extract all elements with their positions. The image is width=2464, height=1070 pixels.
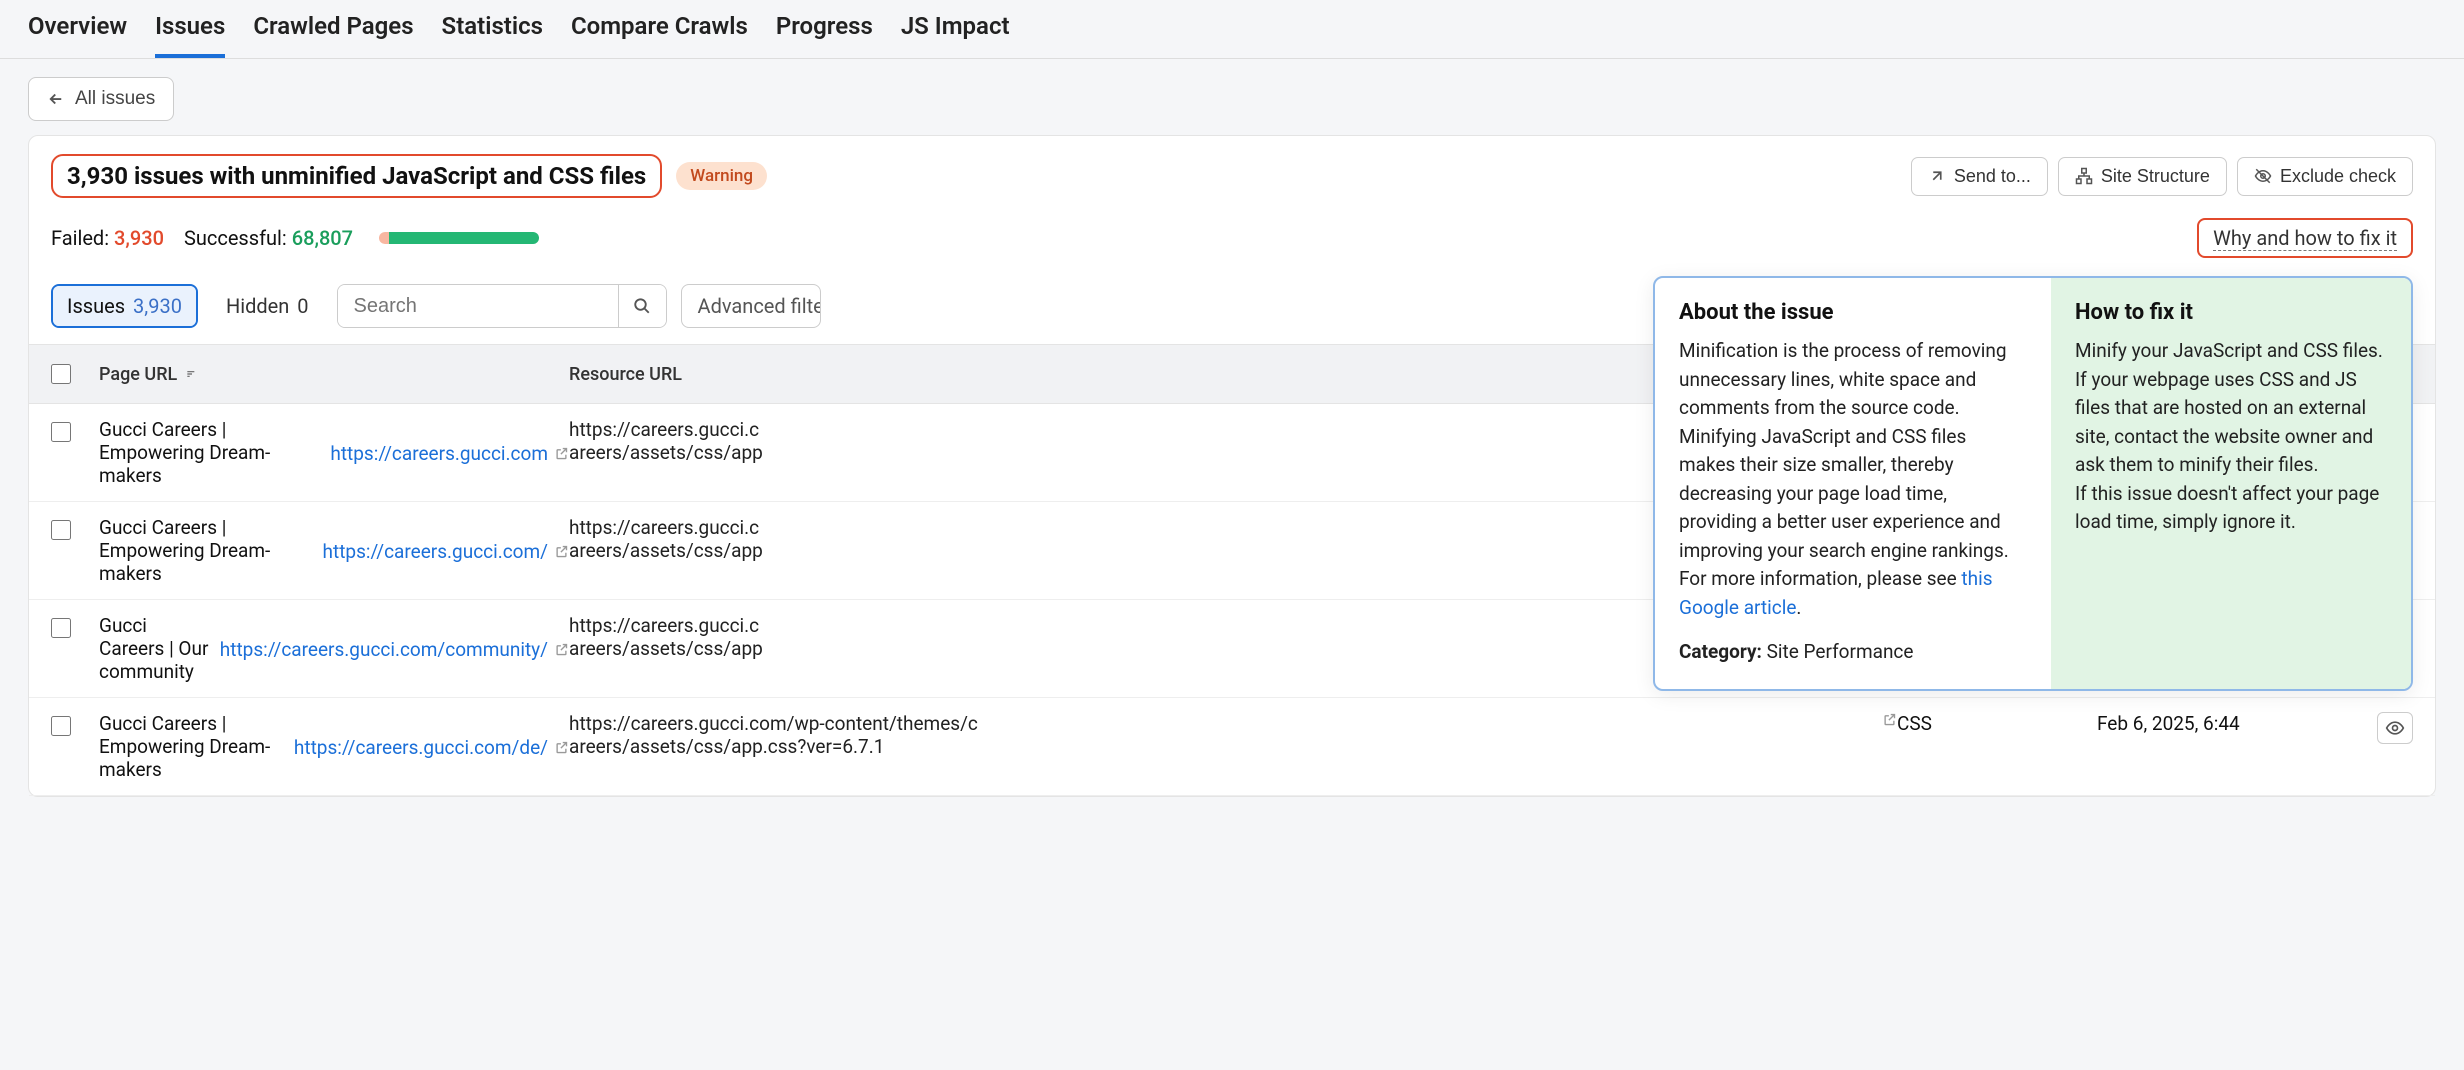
exclude-label: Exclude check [2280,166,2396,187]
row-checkbox[interactable] [51,618,71,638]
advanced-filters-button[interactable]: Advanced filters [681,284,821,328]
why-fix-link[interactable]: Why and how to fix it [2213,226,2397,251]
chip-hidden-count: 0 [297,294,308,318]
search-input[interactable] [338,285,618,327]
external-link-icon [554,642,569,657]
back-label: All issues [75,88,155,110]
row-page-title: Gucci Careers | Empowering Dream-makers [99,418,322,487]
issue-hidden-toggle: Issues 3,930 [51,284,198,328]
send-to-label: Send to... [1954,166,2031,187]
arrow-left-icon [47,90,65,108]
back-button[interactable]: All issues [28,77,174,121]
successful-label: Successful: [184,226,287,250]
stats-row: Failed: 3,930 Successful: 68,807 Why and… [29,208,2435,276]
chip-hidden-label: Hidden [226,294,289,318]
row-checkbox[interactable] [51,520,71,540]
tab-statistics[interactable]: Statistics [442,12,543,58]
exclude-check-button[interactable]: Exclude check [2237,157,2413,196]
chip-issues[interactable]: Issues 3,930 [53,286,196,326]
fix-title: How to fix it [2075,300,2387,325]
category-line: Category: Site Performance [1679,638,2027,667]
row-page-url[interactable]: https://careers.gucci.com/de/ [294,736,569,759]
row-page-url[interactable]: https://careers.gucci.com [330,442,569,465]
chip-hidden[interactable]: Hidden 0 [212,286,323,326]
search-field-wrap [337,284,667,328]
toolbar: All issues [0,59,2464,135]
row-checkbox[interactable] [51,716,71,736]
row-page-url[interactable]: https://careers.gucci.com/ [323,540,569,563]
share-arrow-icon [1928,167,1946,185]
row-page-title: Gucci Careers | Our community [99,614,212,683]
col-page-url[interactable]: Page URL [99,364,177,385]
tab-overview[interactable]: Overview [28,12,127,58]
successful-count: 68,807 [292,226,353,250]
fix-popover: About the issue Minification is the proc… [1653,276,2413,691]
advanced-filters-label: Advanced filters [698,294,821,318]
row-checkbox[interactable] [51,422,71,442]
sort-icon[interactable] [185,367,199,381]
fix-body: Minify your JavaScript and CSS files. If… [2075,337,2387,537]
failed-count: 3,930 [114,226,164,250]
view-button[interactable] [2377,712,2413,744]
external-link-icon [554,740,569,755]
external-link-icon [1882,712,1897,727]
chip-issues-count: 3,930 [133,294,182,318]
eye-off-icon [2254,167,2272,185]
chip-issues-label: Issues [67,294,125,318]
panel-header: 3,930 issues with unminified JavaScript … [29,136,2435,208]
external-link-icon [554,544,569,559]
tab-issues[interactable]: Issues [155,12,225,58]
row-resource-url[interactable]: https://careers.gucci.com/wp-content/the… [569,712,1897,758]
issue-title-text: 3,930 issues with unminified JavaScript … [67,162,646,190]
row-page-title: Gucci Careers | Empowering Dream-makers [99,712,286,781]
search-icon [633,297,651,315]
col-resource-url[interactable]: Resource URL [569,364,682,385]
why-fix-box: Why and how to fix it [2197,218,2413,258]
row-page-url[interactable]: https://careers.gucci.com/community/ [220,638,569,661]
external-link-icon [554,446,569,461]
row-page-title: Gucci Careers | Empowering Dream-makers [99,516,315,585]
row-date: Feb 6, 2025, 6:44 [2097,712,2357,735]
tab-js-impact[interactable]: JS Impact [901,12,1010,58]
filter-row: Issues 3,930 Hidden 0 Advanced filters A… [29,276,2435,344]
issue-title: 3,930 issues with unminified JavaScript … [51,154,662,198]
search-button[interactable] [618,285,666,327]
select-all-checkbox[interactable] [51,364,71,384]
tab-progress[interactable]: Progress [776,12,873,58]
issue-panel: 3,930 issues with unminified JavaScript … [28,135,2436,797]
row-type: CSS [1897,712,2097,735]
table-row: Gucci Careers | Empowering Dream-makers … [29,698,2435,796]
about-body: Minification is the process of removing … [1679,337,2027,622]
severity-badge: Warning [676,162,767,190]
tab-crawled-pages[interactable]: Crawled Pages [253,12,413,58]
tab-compare-crawls[interactable]: Compare Crawls [571,12,748,58]
sitemap-icon [2075,167,2093,185]
about-title: About the issue [1679,300,2027,325]
site-structure-label: Site Structure [2101,166,2210,187]
progress-bar [379,232,539,244]
send-to-button[interactable]: Send to... [1911,157,2048,196]
main-tabs: Overview Issues Crawled Pages Statistics… [0,0,2464,59]
failed-label: Failed: [51,226,109,250]
site-structure-button[interactable]: Site Structure [2058,157,2227,196]
